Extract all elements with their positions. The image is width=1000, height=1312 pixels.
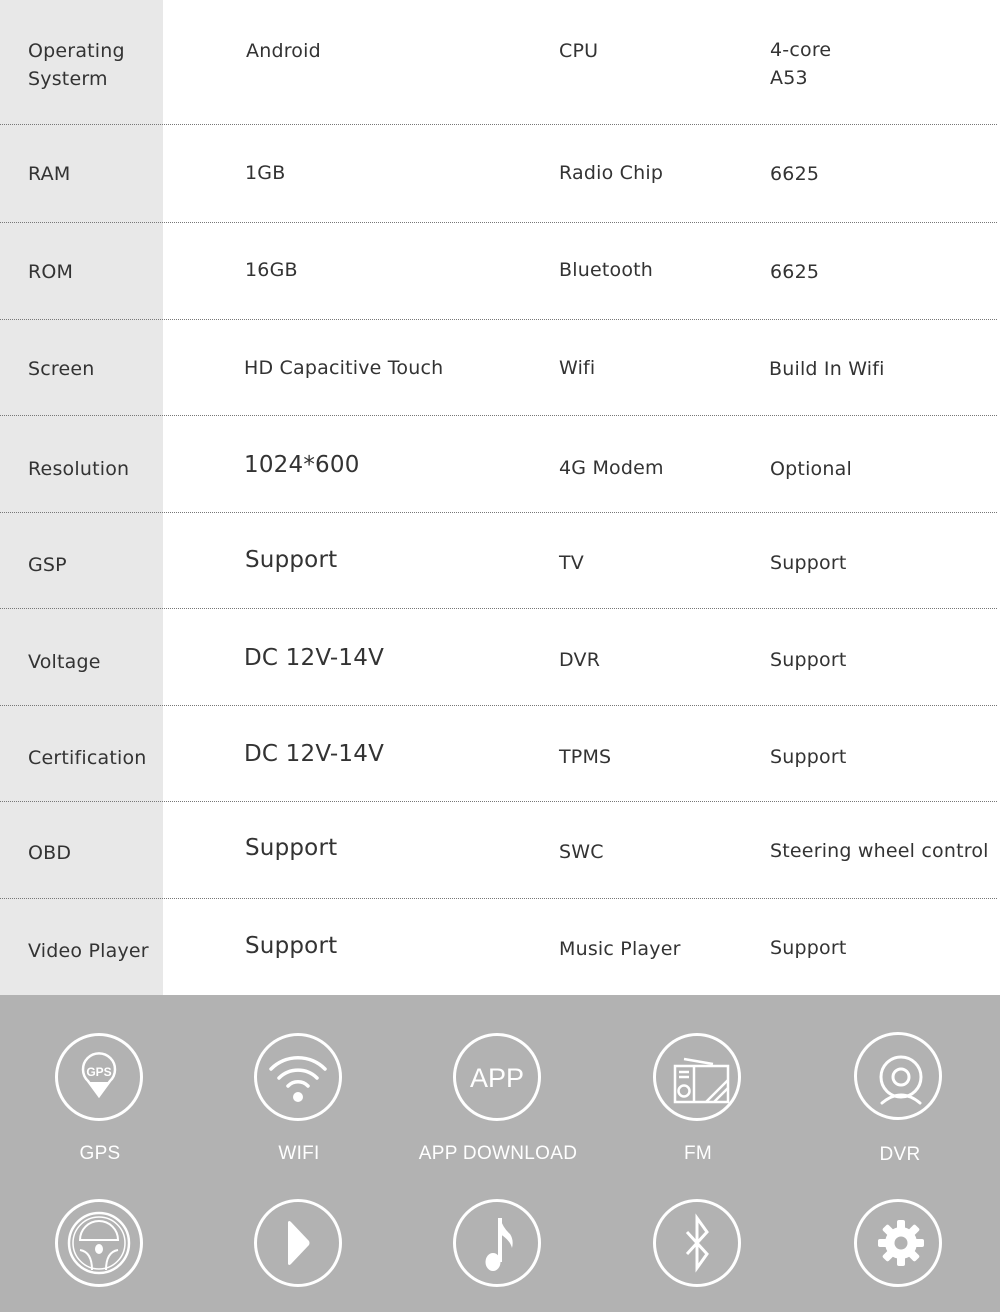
spec-value: DC 12V-14V [244, 645, 385, 671]
feature-label: APP DOWNLOAD [418, 1143, 578, 1164]
spec-label-2: TV [559, 552, 585, 574]
spec-value-2: 6625 [770, 261, 820, 283]
bluetooth-icon [653, 1199, 741, 1287]
feature-label: GPS [79, 1143, 121, 1164]
spec-row-screen: Screen HD Capacitive Touch Wifi Build In… [0, 320, 1000, 416]
spec-row-ram: RAM 1GB Radio Chip 6625 [0, 125, 1000, 223]
spec-label: GSP [28, 554, 67, 576]
spec-label: Operating Systerm [28, 40, 125, 90]
feature-gps: GPS GPS [0, 995, 200, 1175]
feature-steering [0, 1195, 200, 1312]
spec-label: Resolution [28, 458, 130, 480]
spec-label: Certification [28, 747, 147, 769]
app-glyph: APP [470, 1063, 524, 1093]
spec-table: Operating Systerm Android CPU 4-core A53… [0, 0, 1000, 995]
spec-value: Support [245, 835, 338, 861]
feature-music [398, 1195, 598, 1312]
radio-icon [653, 1033, 741, 1121]
feature-label: WIFI [278, 1143, 320, 1164]
spec-value-2: 4-core A53 [770, 39, 832, 89]
webcam-icon [854, 1032, 942, 1120]
spec-value-2: Support [770, 649, 847, 671]
spec-value-2: Build In Wifi [769, 358, 885, 380]
gear-icon [854, 1199, 942, 1287]
spec-label-2: TPMS [559, 746, 612, 768]
spec-row-certification: Certification DC 12V-14V TPMS Support [0, 706, 1000, 802]
spec-row-rom: ROM 16GB Bluetooth 6625 [0, 223, 1000, 320]
gps-glyph: GPS [86, 1065, 111, 1079]
feature-wifi: WIFI [199, 995, 399, 1175]
spec-label-2: Bluetooth [559, 259, 654, 281]
spec-value-2: Support [770, 746, 847, 768]
spec-value-2: 6625 [770, 163, 820, 185]
feature-app-download: APP APP DOWNLOAD [398, 995, 598, 1175]
spec-value-2: Support [770, 552, 847, 574]
spec-label-2: Radio Chip [559, 162, 664, 184]
spec-row-video-player: Video Player Support Music Player Suppor… [0, 899, 1000, 995]
spec-label: ROM [28, 261, 74, 283]
spec-value: Support [245, 933, 338, 959]
feature-label: FM [683, 1143, 713, 1164]
spec-label-2: DVR [559, 649, 601, 671]
feature-settings [800, 1195, 1000, 1312]
spec-row-voltage: Voltage DC 12V-14V DVR Support [0, 609, 1000, 706]
spec-value-2: Optional [770, 458, 852, 480]
feature-bluetooth [598, 1195, 798, 1312]
spec-label: Voltage [28, 651, 101, 673]
spec-value-2: Steering wheel control [770, 840, 989, 862]
app-icon: APP [453, 1033, 541, 1121]
gps-pin-icon: GPS [55, 1033, 143, 1121]
spec-value-2: Support [770, 937, 847, 959]
spec-label-2: Music Player [559, 938, 681, 960]
features-panel: GPS GPS WIFI APP APP DOWNLOAD FM DVR [0, 995, 1000, 1312]
spec-value: 16GB [245, 259, 298, 281]
wifi-icon [254, 1033, 342, 1121]
steering-wheel-icon [55, 1199, 143, 1287]
spec-label: RAM [28, 163, 71, 185]
music-note-icon [453, 1199, 541, 1287]
spec-label: Screen [28, 358, 95, 380]
feature-fm: FM [598, 995, 798, 1175]
spec-value: Support [245, 547, 338, 573]
spec-label: Video Player [28, 940, 149, 962]
spec-label-2: CPU [559, 40, 599, 62]
spec-value: HD Capacitive Touch [244, 357, 444, 379]
spec-label-2: SWC [559, 841, 604, 863]
spec-value: DC 12V-14V [244, 741, 385, 767]
spec-value: 1GB [245, 162, 286, 184]
spec-label: OBD [28, 842, 72, 864]
spec-label-2: Wifi [559, 357, 596, 379]
spec-row-os: Operating Systerm Android CPU 4-core A53 [0, 0, 1000, 125]
spec-value: Android [246, 40, 321, 62]
spec-label-2: 4G Modem [559, 457, 664, 479]
spec-row-resolution: Resolution 1024*600 4G Modem Optional [0, 416, 1000, 513]
spec-row-gsp: GSP Support TV Support [0, 513, 1000, 609]
spec-value: 1024*600 [244, 452, 360, 478]
play-icon [254, 1199, 342, 1287]
spec-row-obd: OBD Support SWC Steering wheel control [0, 802, 1000, 899]
feature-label: DVR [879, 1144, 921, 1165]
feature-dvr: DVR [800, 995, 1000, 1175]
feature-video [199, 1195, 399, 1312]
